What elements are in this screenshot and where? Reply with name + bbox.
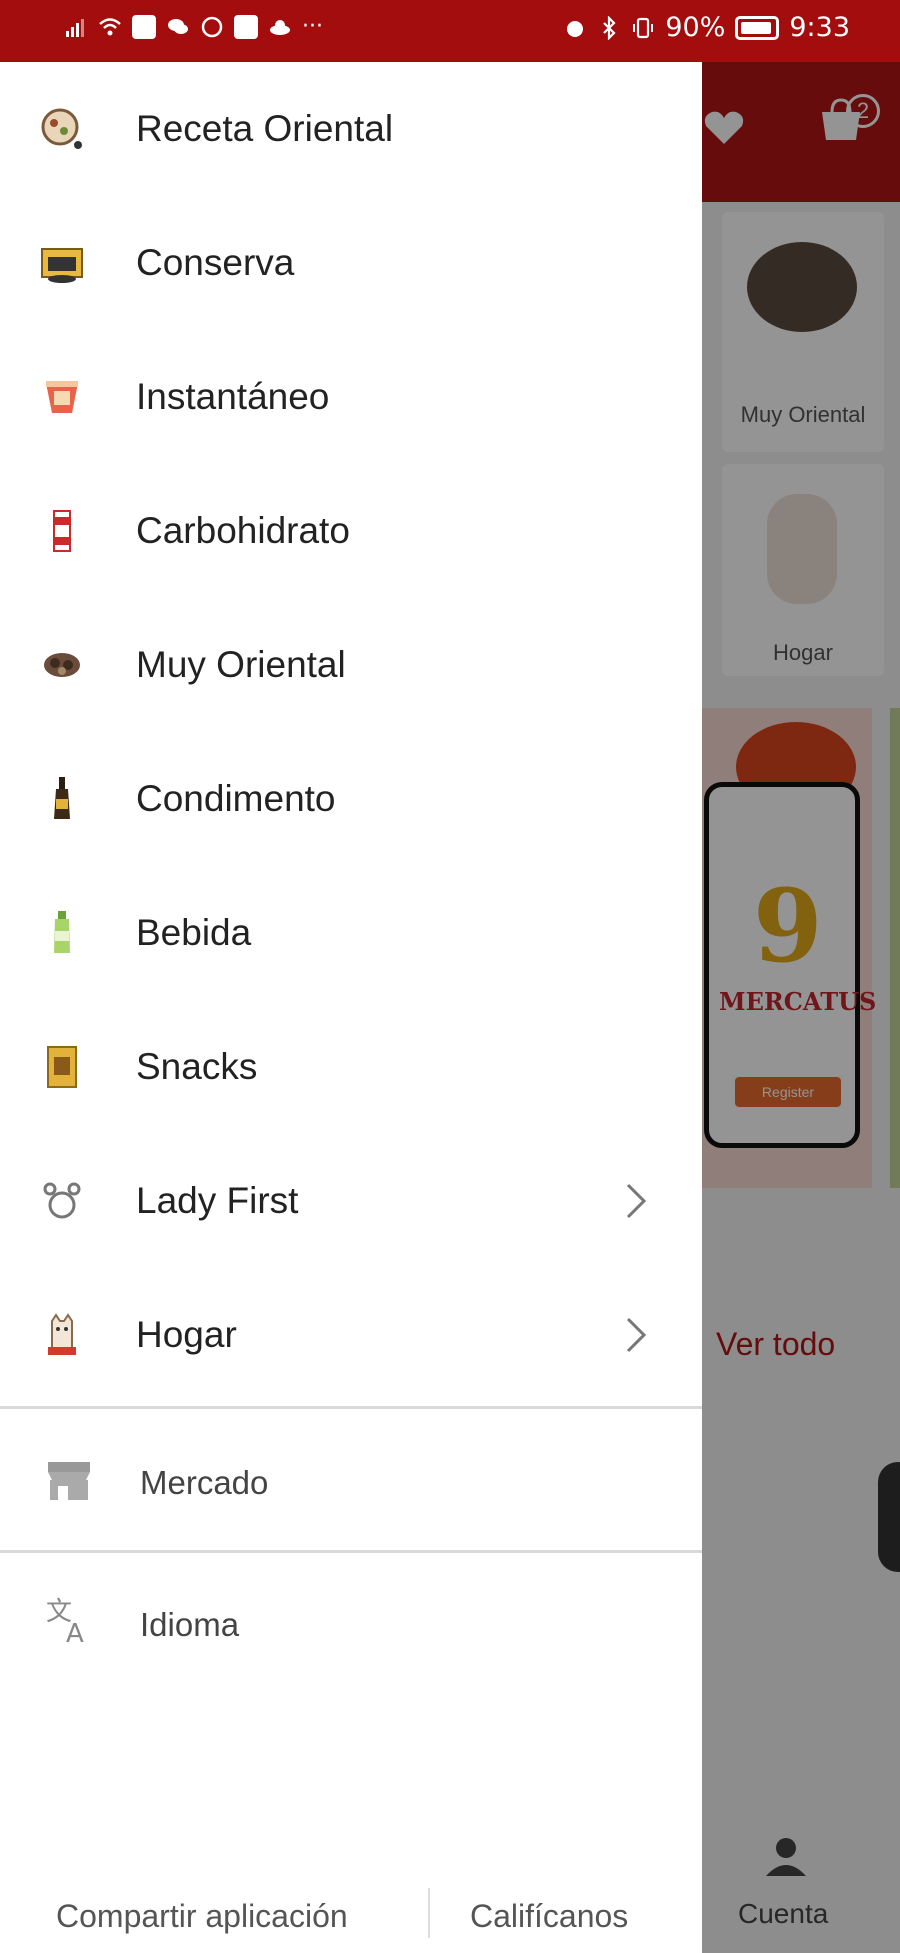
chat-icon — [168, 18, 188, 34]
cloud-icon — [270, 19, 290, 35]
navigation-drawer: Receta Oriental Conserva Instantáneo Car… — [0, 62, 702, 1953]
instant-noodle-cup-icon — [40, 375, 84, 419]
section-divider — [0, 1550, 702, 1553]
clock-time: 9:33 — [789, 12, 850, 43]
drawer-item-hogar[interactable]: Hogar — [0, 1268, 702, 1402]
wifi-icon — [99, 17, 121, 35]
carbohydrate-bag-icon — [40, 509, 84, 553]
drawer-item-conserva[interactable]: Conserva — [0, 196, 702, 330]
footer-separator — [428, 1888, 430, 1938]
drawer-item-label: Muy Oriental — [136, 644, 346, 685]
drawer-footer: Compartir aplicación Califícanos — [0, 1862, 702, 1953]
drawer-item-label: Idioma — [140, 1606, 240, 1643]
drawer-item-instantaneo[interactable]: Instantáneo — [0, 330, 702, 464]
drawer-item-label: Snacks — [136, 1046, 258, 1087]
drawer-item-carbohidrato[interactable]: Carbohidrato — [0, 464, 702, 598]
svg-text:A: A — [66, 1619, 84, 1644]
mushroom-icon — [40, 643, 84, 687]
drink-bottle-icon — [40, 911, 84, 955]
battery-icon — [735, 15, 780, 40]
section-divider — [0, 1406, 702, 1409]
chevron-right-icon — [626, 1317, 647, 1353]
more-notifications-icon: ··· — [302, 14, 323, 39]
drawer-item-label: Instantáneo — [136, 376, 330, 417]
chevron-right-icon — [626, 1183, 647, 1219]
lady-bow-icon — [40, 1179, 84, 1223]
drawer-item-idioma[interactable]: 文A Idioma — [0, 1562, 702, 1682]
drawer-item-label: Receta Oriental — [136, 108, 394, 149]
drawer-item-label: Hogar — [136, 1314, 237, 1355]
app-notification-icon — [132, 14, 156, 39]
drawer-item-label: Lady First — [136, 1180, 299, 1221]
translate-icon: 文A — [46, 1597, 84, 1644]
drawer-item-label: Condimento — [136, 778, 336, 819]
status-left-icons: ··· — [64, 14, 323, 39]
drawer-item-label: Bebida — [136, 912, 252, 953]
drawer-item-condimento[interactable]: Condimento — [0, 732, 702, 866]
drawer-item-snacks[interactable]: Snacks — [0, 1000, 702, 1134]
store-icon — [48, 1462, 90, 1500]
drawer-item-bebida[interactable]: Bebida — [0, 866, 702, 1000]
drawer-item-label: Conserva — [136, 242, 295, 283]
rate-app-link[interactable]: Califícanos — [470, 1898, 628, 1935]
share-app-link[interactable]: Compartir aplicación — [56, 1898, 348, 1935]
drawer-item-label: Carbohidrato — [136, 510, 350, 551]
alarm-icon — [567, 20, 584, 37]
recipe-plate-icon — [40, 107, 84, 151]
news-app-icon — [234, 14, 258, 39]
signal-icon — [66, 18, 84, 37]
status-right-icons: 90% 9:33 — [563, 12, 850, 43]
canned-food-icon — [40, 241, 84, 285]
drawer-item-lady-first[interactable]: Lady First — [0, 1134, 702, 1268]
bluetooth-icon — [603, 15, 616, 40]
drawer-item-mercado[interactable]: Mercado — [0, 1420, 702, 1540]
vibrate-icon — [633, 17, 654, 38]
sauce-bottle-icon — [40, 777, 84, 821]
status-bar: ··· 90% 9:33 — [0, 0, 900, 62]
drawer-scrim[interactable] — [702, 62, 900, 1953]
snack-pack-icon — [40, 1045, 84, 1089]
lucky-cat-icon — [40, 1313, 84, 1357]
battery-percent: 90% — [665, 12, 726, 43]
drawer-item-receta-oriental[interactable]: Receta Oriental — [0, 62, 702, 196]
drawer-item-label: Mercado — [140, 1464, 269, 1501]
drawer-item-muy-oriental[interactable]: Muy Oriental — [0, 598, 702, 732]
whatsapp-icon — [201, 16, 223, 37]
